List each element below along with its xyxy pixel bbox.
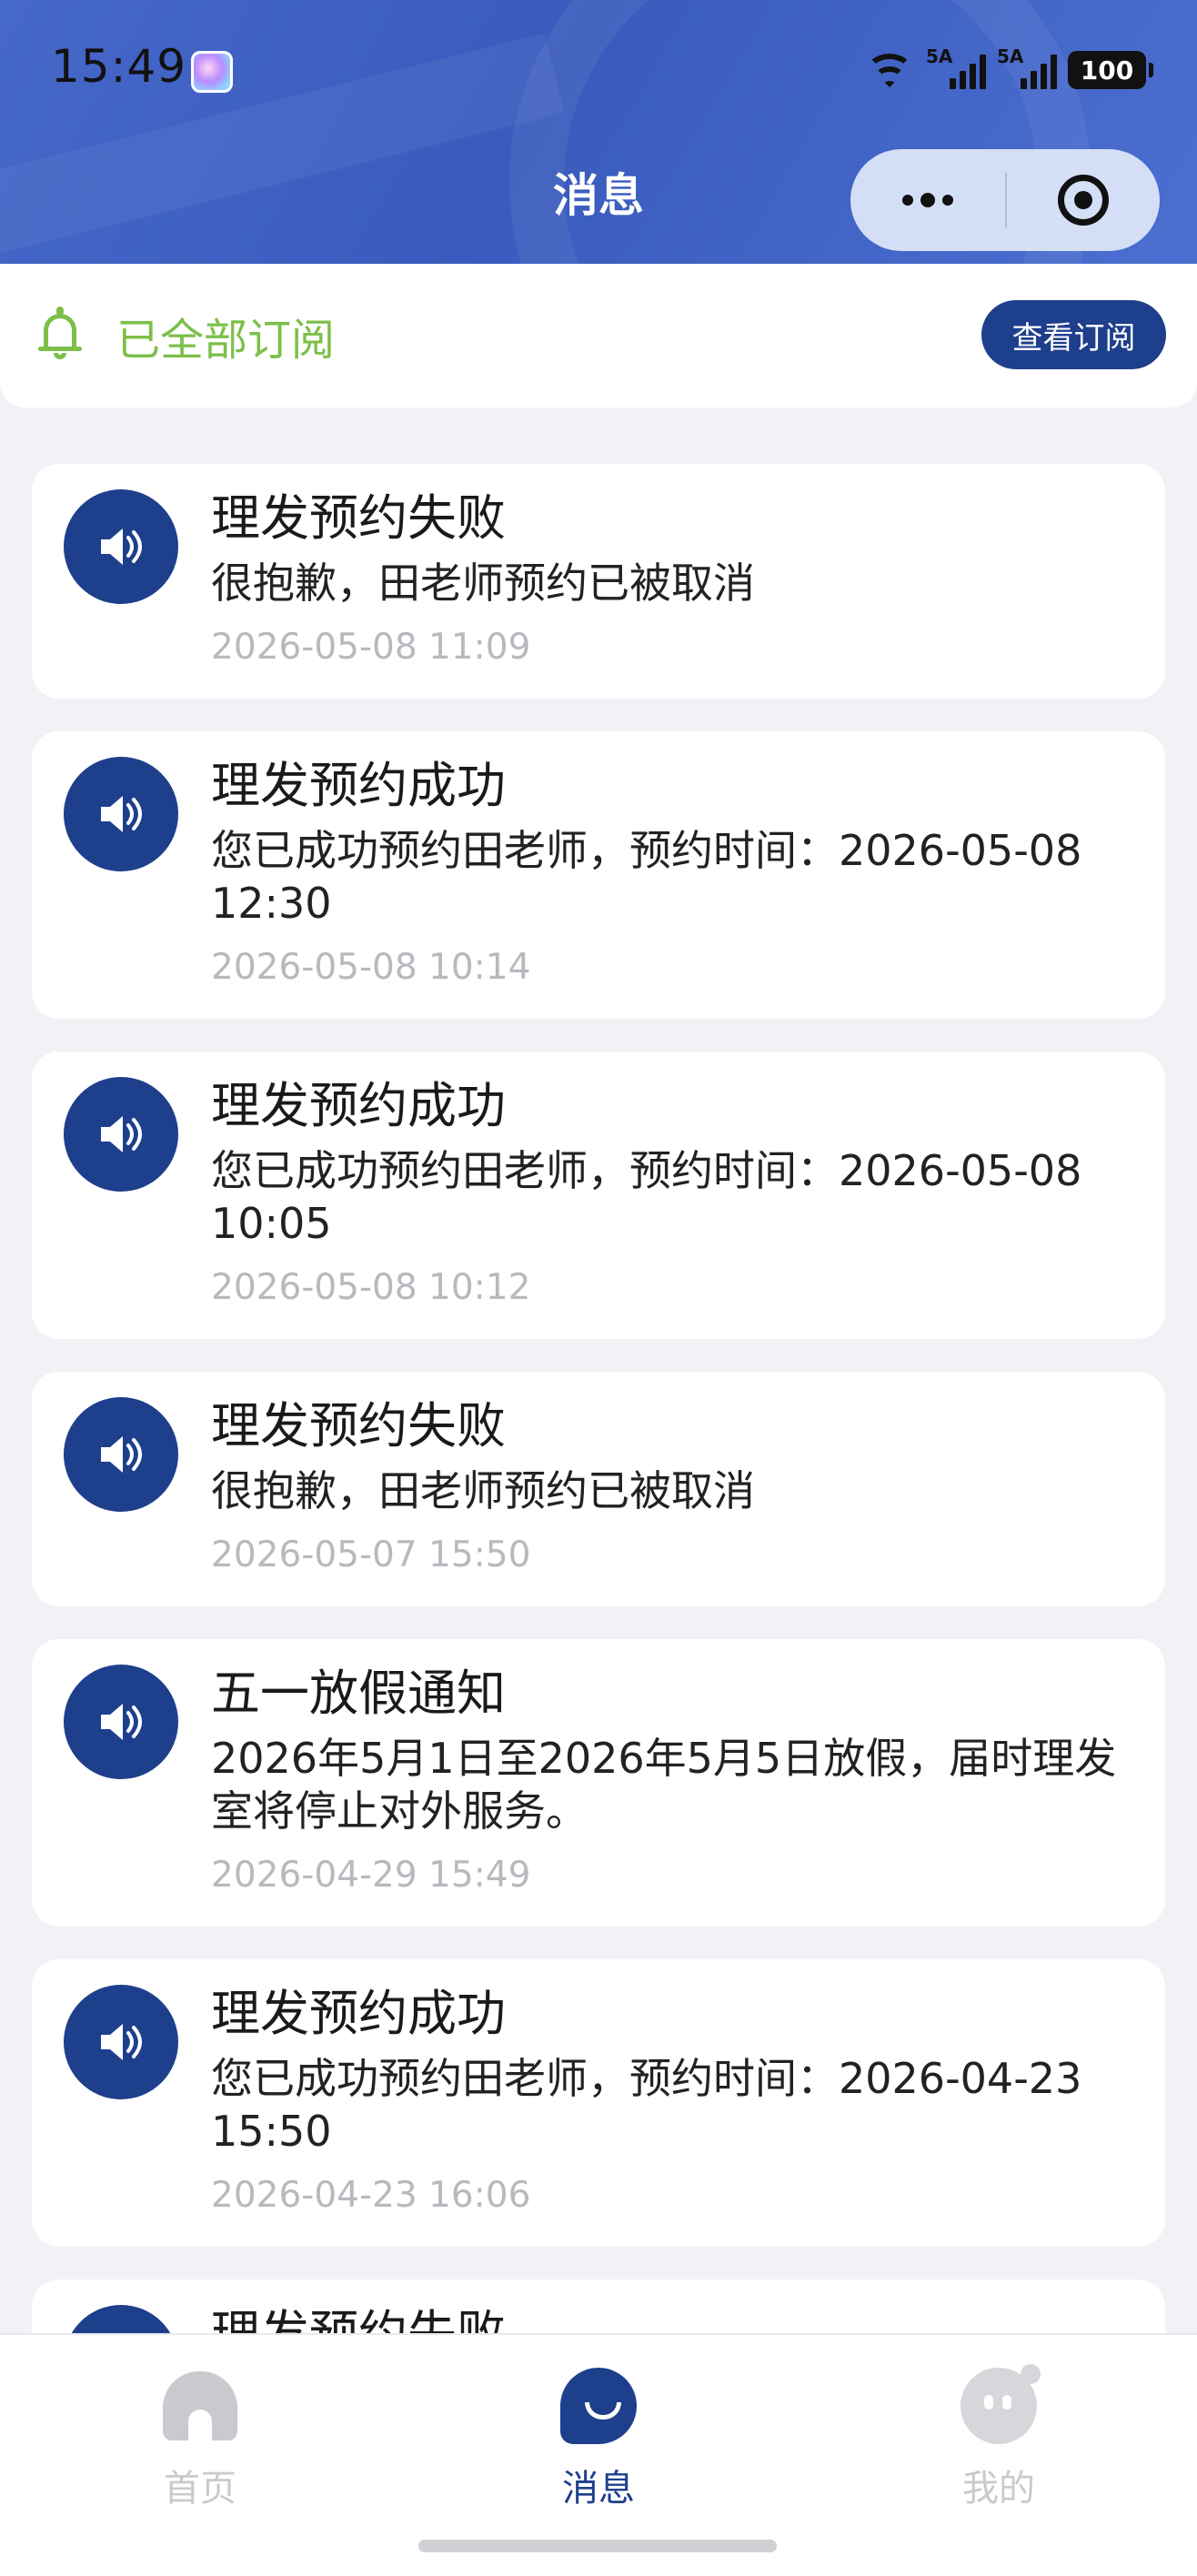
signal-icon: 5A — [997, 45, 1057, 89]
message-time: 2026-05-08 11:09 — [211, 627, 531, 668]
mini-program-capsule — [850, 149, 1160, 251]
wifi-icon — [864, 50, 915, 90]
message-content: 您已成功预约田老师，预约时间：2026-05-08 12:30 — [211, 826, 1082, 928]
message-card[interactable]: 理发预约失败 很抱歉，田老师预约已被取消 2026-05-07 15:50 — [32, 1372, 1165, 1606]
battery-icon: 100 — [1068, 51, 1153, 89]
home-indicator — [418, 2540, 777, 2552]
bell-icon — [36, 307, 84, 361]
message-title: 理发预约失败 — [211, 1397, 506, 1454]
tab-messages[interactable]: 消息 — [498, 2362, 699, 2511]
message-content: 2026年5月1日至2026年5月5日放假，届时理发室将停止对外服务。 — [211, 1734, 1117, 1836]
profile-face-icon — [961, 2364, 1041, 2444]
tab-home[interactable]: 首页 — [100, 2362, 300, 2511]
signal-label: 5A — [926, 45, 953, 67]
speaker-icon — [64, 1665, 178, 1779]
header: 15:49 5A 5A 100 消息 — [0, 0, 1197, 264]
close-target-button[interactable] — [1007, 175, 1160, 226]
message-title: 理发预约成功 — [211, 1985, 506, 2042]
home-icon — [163, 2371, 237, 2440]
status-time: 15:49 — [51, 40, 187, 93]
view-subscription-button[interactable]: 查看订阅 — [981, 300, 1166, 369]
message-list: 理发预约失败 很抱歉，田老师预约已被取消 2026-05-08 11:09 理发… — [32, 464, 1165, 2441]
speaker-icon — [64, 489, 178, 604]
message-content: 很抱歉，田老师预约已被取消 — [211, 558, 755, 608]
message-time: 2026-04-29 15:49 — [211, 1855, 531, 1896]
message-title: 理发预约失败 — [211, 489, 506, 547]
more-dots-icon[interactable] — [850, 149, 1005, 251]
message-title: 理发预约成功 — [211, 1077, 506, 1134]
message-card[interactable]: 理发预约成功 您已成功预约田老师，预约时间：2026-04-23 15:50 2… — [32, 1959, 1165, 2247]
message-bubble-icon — [560, 2368, 637, 2444]
message-time: 2026-05-08 10:12 — [211, 1267, 531, 1308]
message-content: 您已成功预约田老师，预约时间：2026-05-08 10:05 — [211, 1146, 1082, 1248]
subscription-status: 已全部订阅 — [116, 315, 336, 366]
tab-home-label: 首页 — [164, 2468, 236, 2510]
signal-icon: 5A — [926, 45, 986, 89]
speaker-icon — [64, 1077, 178, 1192]
message-content: 您已成功预约田老师，预约时间：2026-04-23 15:50 — [211, 2054, 1082, 2156]
tab-mine[interactable]: 我的 — [899, 2362, 1099, 2511]
message-card[interactable]: 五一放假通知 2026年5月1日至2026年5月5日放假，届时理发室将停止对外服… — [32, 1639, 1165, 1927]
message-time: 2026-04-23 16:06 — [211, 2175, 531, 2216]
status-icons: 5A 5A 100 — [864, 45, 1153, 93]
tab-messages-label: 消息 — [562, 2468, 635, 2510]
message-card[interactable]: 理发预约成功 您已成功预约田老师，预约时间：2026-05-08 12:30 2… — [32, 731, 1165, 1019]
message-card[interactable]: 理发预约成功 您已成功预约田老师，预约时间：2026-05-08 10:05 2… — [32, 1052, 1165, 1339]
message-time: 2026-05-08 10:14 — [211, 947, 531, 988]
speaker-icon — [64, 757, 178, 871]
speaker-icon — [64, 1397, 178, 1512]
speaker-icon — [64, 1985, 178, 2099]
message-title: 五一放假通知 — [211, 1665, 506, 1722]
message-time: 2026-05-07 15:50 — [211, 1535, 531, 1575]
message-content: 很抱歉，田老师预约已被取消 — [211, 1466, 755, 1515]
message-card[interactable]: 理发预约失败 很抱歉，田老师预约已被取消 2026-05-08 11:09 — [32, 464, 1165, 699]
target-icon — [1058, 175, 1109, 226]
signal-label: 5A — [997, 45, 1024, 67]
message-title: 理发预约成功 — [211, 757, 506, 814]
tab-mine-label: 我的 — [962, 2468, 1035, 2510]
app-indicator-icon — [191, 51, 233, 93]
